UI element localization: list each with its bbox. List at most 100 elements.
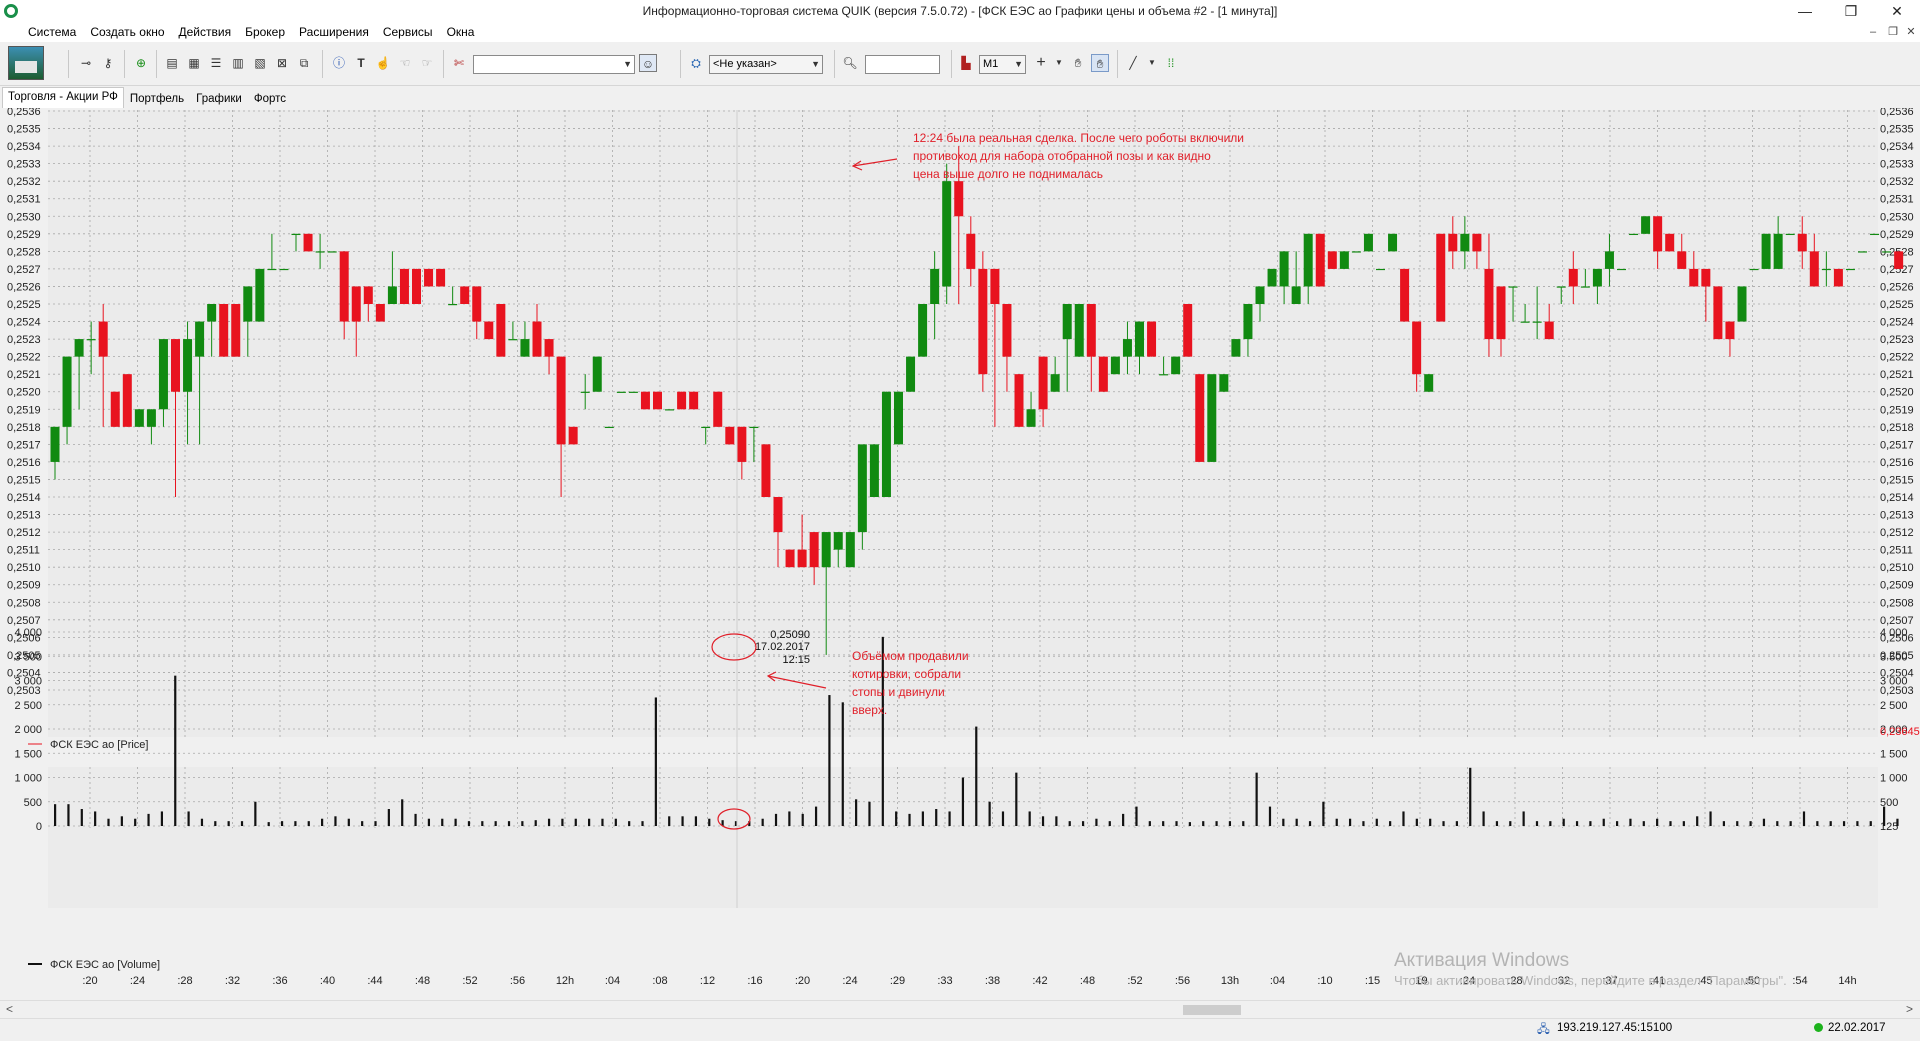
- candle-body: [1845, 268, 1855, 271]
- search-icon[interactable]: 🔍︎: [841, 54, 859, 72]
- line-tool-icon[interactable]: ╱: [1124, 54, 1142, 72]
- candle-body: [1882, 251, 1892, 253]
- menu-bar: Система Создать окно Действия Брокер Рас…: [0, 22, 1920, 42]
- price-axis-label: 0,2523: [1880, 334, 1914, 346]
- menu-system[interactable]: Система: [0, 22, 83, 42]
- volume-bar: [441, 818, 444, 826]
- account-filter-icon[interactable]: ✄: [450, 54, 468, 72]
- close-button[interactable]: ✕: [1874, 0, 1920, 22]
- price-axis-label: 0,2524: [7, 317, 41, 329]
- cancel-orders-icon[interactable]: ⊠: [273, 54, 291, 72]
- menu-windows[interactable]: Окна: [440, 22, 482, 42]
- candle-body: [1689, 268, 1699, 287]
- volume-bar: [1135, 806, 1138, 826]
- volume-bar: [294, 821, 297, 826]
- price-axis-label: 0,2513: [7, 510, 41, 522]
- tab-trading-stocks[interactable]: Торговля - Акции РФ: [2, 87, 124, 108]
- volume-bar: [414, 813, 417, 826]
- disconnect-icon[interactable]: ⚷: [99, 54, 117, 72]
- chart-type-icon[interactable]: ▙: [957, 54, 975, 72]
- menu-actions[interactable]: Действия: [172, 22, 239, 42]
- tab-portfolio[interactable]: Портфель: [124, 89, 190, 108]
- candle-body: [640, 391, 650, 410]
- info-icon[interactable]: ⓘ: [330, 54, 348, 72]
- candle-body: [845, 532, 855, 568]
- scroll-thumb[interactable]: [1183, 1005, 1241, 1015]
- hand-move-icon[interactable]: ☞: [418, 54, 436, 72]
- candle-body: [653, 391, 662, 410]
- menu-extensions[interactable]: Расширения: [292, 22, 376, 42]
- exchange-logo-icon[interactable]: [8, 46, 44, 80]
- volume-bar: [1375, 818, 1378, 826]
- restore-button[interactable]: ❐: [1828, 0, 1874, 22]
- price-axis-label: 0,2525: [7, 299, 41, 311]
- volume-bar: [1415, 818, 1418, 826]
- tab-forts[interactable]: Фортс: [248, 89, 292, 108]
- volume-bar: [254, 801, 257, 826]
- candle-body: [532, 321, 542, 357]
- crosshair-icon[interactable]: +: [1032, 54, 1050, 72]
- new-order-icon[interactable]: ⊕: [132, 54, 150, 72]
- volume-bar: [1509, 821, 1512, 826]
- price-axis-label: 0,2520: [1880, 387, 1914, 399]
- minimize-button[interactable]: —: [1782, 0, 1828, 22]
- client-filter-icon[interactable]: ⛭: [687, 54, 705, 72]
- stop-orders-icon[interactable]: ▧: [251, 54, 269, 72]
- candle-body: [713, 391, 723, 427]
- quotes-table-icon[interactable]: ▦: [185, 54, 203, 72]
- horizontal-scrollbar[interactable]: < >: [0, 1000, 1920, 1018]
- annotation-top-line3: цена выше долго не поднималась: [913, 167, 1103, 181]
- scroll-left-icon[interactable]: <: [6, 1002, 13, 1016]
- child-minimize-button[interactable]: –: [1862, 22, 1884, 42]
- hand-tool-icon[interactable]: ✋︎: [1069, 54, 1087, 72]
- price-legend: ФСК ЕЭС ао [Price]: [50, 739, 148, 751]
- chevron-down-icon: ▼: [1014, 59, 1023, 69]
- key-icon[interactable]: ⊸: [77, 54, 95, 72]
- child-close-button[interactable]: ✕: [1900, 22, 1920, 42]
- candle-body: [821, 532, 831, 568]
- price-axis-label: 0,2510: [7, 562, 41, 574]
- volume-bar: [1188, 822, 1191, 826]
- client-select[interactable]: <Не указан> ▼: [709, 55, 823, 74]
- toolbar-separator: [680, 50, 681, 78]
- menu-create-window[interactable]: Создать окно: [83, 22, 171, 42]
- candle-body: [1870, 233, 1880, 236]
- menu-broker[interactable]: Брокер: [238, 22, 292, 42]
- interval-select[interactable]: M1 ▼: [979, 55, 1026, 74]
- menu-services[interactable]: Сервисы: [376, 22, 440, 42]
- price-axis-label: 0,2521: [7, 369, 41, 381]
- hand-pointer-icon[interactable]: ☜: [396, 54, 414, 72]
- price-axis-label: 0,2511: [1880, 545, 1913, 557]
- volume-bar: [120, 816, 123, 826]
- chart-window[interactable]: 0,2536 0,2535 0,2534 0,2533 0,2532 0,2531 0,25…: [0, 106, 1920, 1000]
- text-tool-icon[interactable]: T: [352, 54, 370, 72]
- candle-body: [219, 304, 229, 357]
- volume-bar: [547, 818, 551, 826]
- volume-bar: [1549, 821, 1552, 826]
- price-volume-chart[interactable]: 0,2536 0,2535 0,2534 0,2533 0,2532 0,2531 0,25…: [0, 106, 1920, 1000]
- volume-axis-label: 125: [1880, 821, 1898, 833]
- time-axis-label: :24: [130, 975, 145, 987]
- status-bar: 🖧 193.219.127.45:15100 22.02.2017: [0, 1018, 1920, 1040]
- trades-table-icon[interactable]: ▥: [229, 54, 247, 72]
- line-dropdown-icon[interactable]: ▼: [1143, 54, 1161, 72]
- tab-charts[interactable]: Графики: [190, 89, 248, 108]
- pan-tool-icon[interactable]: ✋︎: [1091, 54, 1109, 72]
- volume-bar: [588, 818, 591, 826]
- search-input[interactable]: [865, 55, 940, 74]
- hand-icon[interactable]: ☝: [374, 54, 392, 72]
- user-search-icon[interactable]: ☺: [639, 54, 657, 72]
- volume-bar: [1202, 821, 1205, 826]
- table-icon[interactable]: ▤: [163, 54, 181, 72]
- volume-bar: [1175, 821, 1178, 826]
- orders-table-icon[interactable]: ☰: [207, 54, 225, 72]
- crosshair-dropdown-icon[interactable]: ▼: [1050, 54, 1068, 72]
- candle-body: [1207, 374, 1217, 462]
- volume-bar: [1656, 818, 1659, 826]
- candle-body: [146, 409, 156, 427]
- indicators-icon[interactable]: ⁞⁞: [1162, 54, 1180, 72]
- price-axis-label: 0,2527: [7, 264, 41, 276]
- export-icon[interactable]: ⧉: [295, 54, 313, 72]
- scroll-right-icon[interactable]: >: [1906, 1002, 1913, 1016]
- account-select[interactable]: ▼: [473, 55, 635, 74]
